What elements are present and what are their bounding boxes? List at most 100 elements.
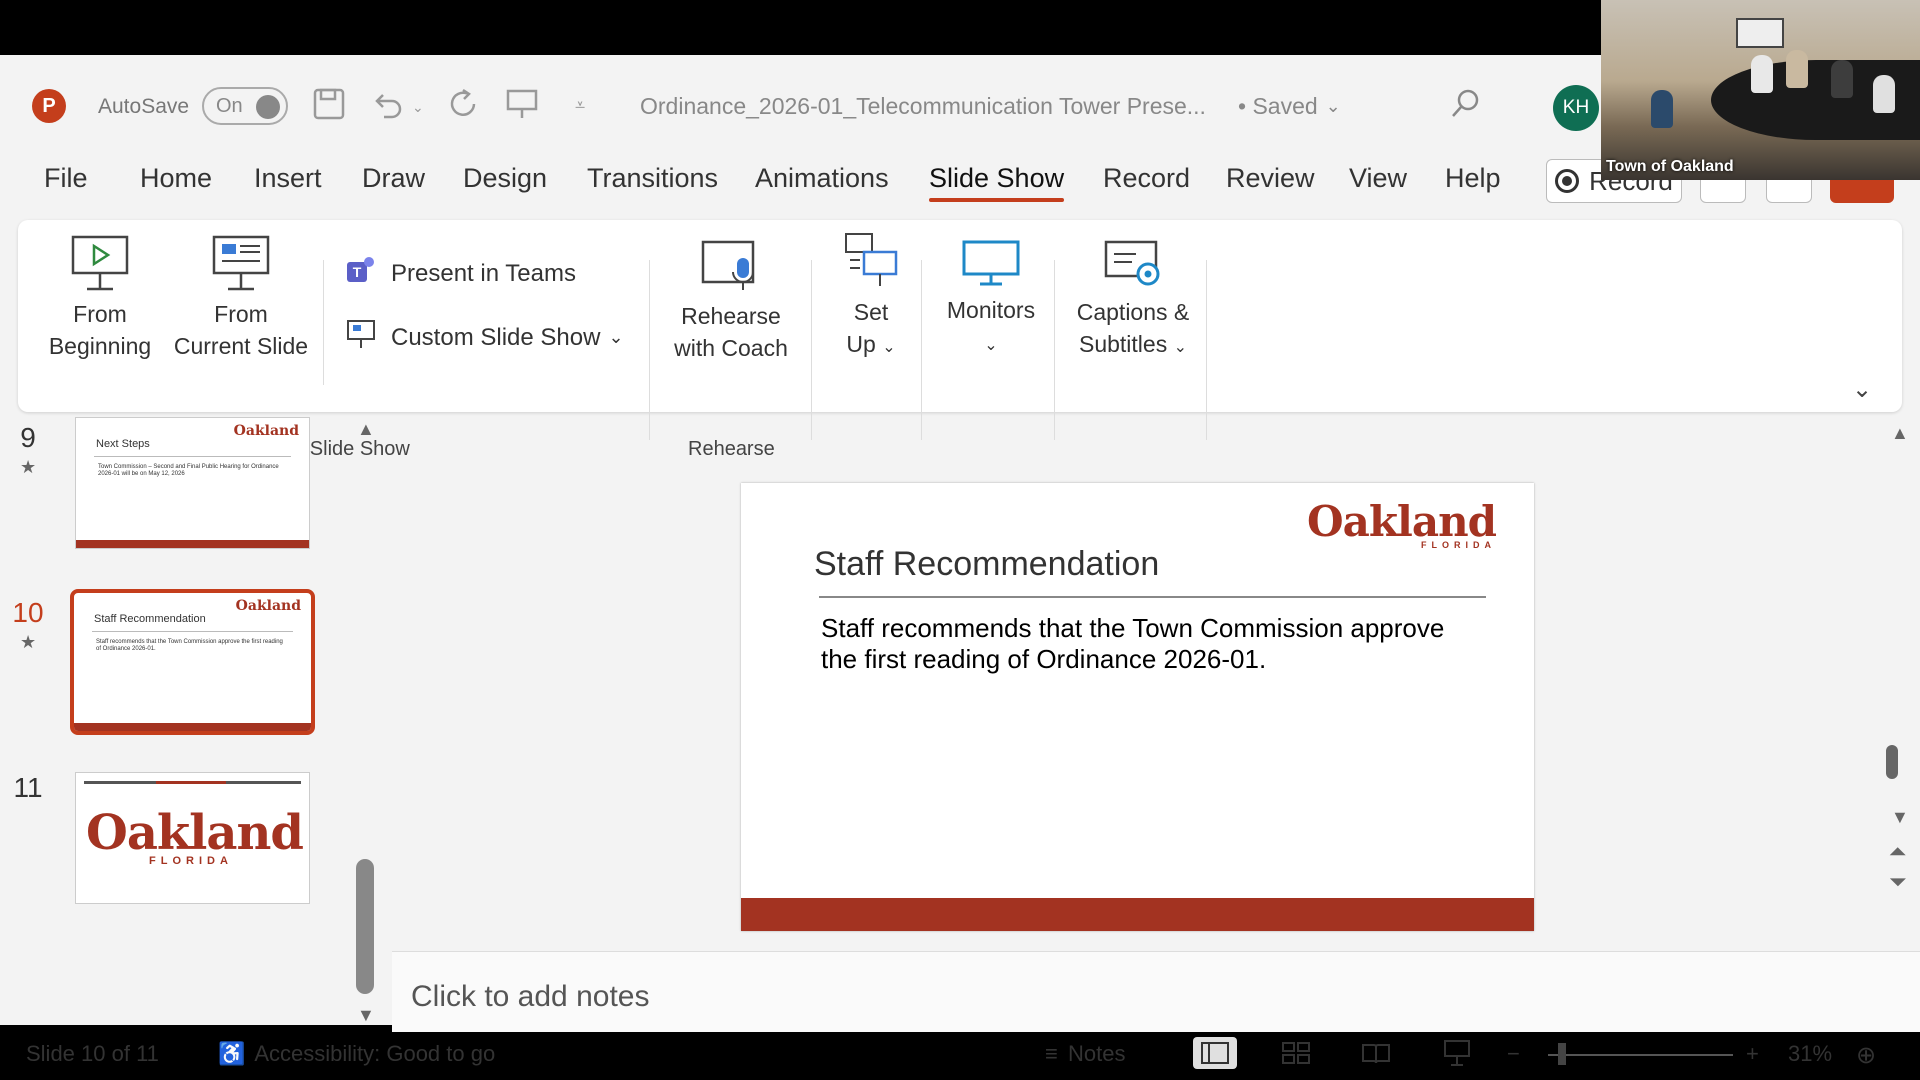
present-in-teams-button[interactable]: T Present in Teams xyxy=(345,254,576,293)
zoom-slider-track[interactable] xyxy=(1548,1054,1733,1056)
document-title[interactable]: Ordinance_2026-01_Telecommunication Towe… xyxy=(640,93,1206,120)
custom-slide-show-icon xyxy=(345,318,377,357)
from-current-slide-button[interactable]: From Current Slide xyxy=(166,234,316,362)
autosave-label: AutoSave xyxy=(98,95,190,118)
oakland-logo: Oakland FLORIDA xyxy=(86,805,304,867)
previous-slide-icon[interactable]: ⏶ xyxy=(1889,839,1907,865)
search-icon[interactable] xyxy=(1450,87,1482,119)
rehearse-label-1: Rehearse xyxy=(681,303,781,329)
tab-file[interactable]: File xyxy=(44,163,88,200)
webcam-label: Town of Oakland xyxy=(1606,158,1734,175)
collapse-ribbon-chevron-icon[interactable]: ⌄ xyxy=(1852,375,1872,404)
fit-to-window-icon[interactable]: ⊕ xyxy=(1856,1041,1876,1070)
svg-text:T: T xyxy=(353,264,362,280)
tab-animations[interactable]: Animations xyxy=(755,163,889,200)
set-up-label-1: Set xyxy=(853,299,889,325)
slide-body-text[interactable]: Staff recommends that the Town Commissio… xyxy=(821,613,1481,675)
tab-view[interactable]: View xyxy=(1349,163,1407,200)
thumbnail-body: Staff recommends that the Town Commissio… xyxy=(96,639,283,652)
rehearse-with-coach-button[interactable]: Rehearse with Coach xyxy=(666,238,796,364)
teams-icon: T xyxy=(345,254,377,293)
monitor-icon xyxy=(962,240,1020,286)
custom-slide-show-button[interactable]: Custom Slide Show ⌄ xyxy=(345,318,624,357)
set-up-slide-show-icon xyxy=(845,233,898,286)
slide-title[interactable]: Staff Recommendation xyxy=(814,545,1159,584)
person-figure xyxy=(1751,55,1773,93)
monitors-button[interactable]: Monitors ⌄ xyxy=(936,238,1046,362)
tab-insert[interactable]: Insert xyxy=(254,163,322,200)
thumbnail-body: Town Commission – Second and Final Publi… xyxy=(98,464,279,477)
slide-thumbnail-9[interactable]: Oakland Next Steps Town Commission – Sec… xyxy=(75,417,310,549)
rehearse-coach-icon xyxy=(701,240,755,290)
divider xyxy=(921,260,922,440)
logo-text: Oakland xyxy=(1307,497,1497,546)
play-from-beginning-icon xyxy=(71,235,129,291)
thumbnail-logo: Oakland xyxy=(233,423,299,439)
editor-scroll-down-icon[interactable]: ▼ xyxy=(1891,807,1909,828)
editor-scroll-up-icon[interactable]: ▲ xyxy=(1891,423,1909,444)
divider xyxy=(811,260,812,440)
powerpoint-window: P AutoSave On ⌄ ⩡ Ordinance_2026-01_Tele… xyxy=(0,55,1920,1069)
slide-canvas[interactable]: Oakland FLORIDA Staff Recommendation Sta… xyxy=(741,483,1534,931)
normal-view-icon[interactable] xyxy=(1193,1037,1237,1069)
scroll-up-arrow-icon[interactable]: ▲ xyxy=(357,419,375,440)
status-bar: Slide 10 of 11 ♿ Accessibility: Good to … xyxy=(0,1033,1920,1075)
set-up-label-2: Up xyxy=(846,331,876,357)
slide-thumbnail-11[interactable]: Oakland FLORIDA xyxy=(75,772,310,904)
undo-icon[interactable] xyxy=(370,87,404,121)
chevron-down-icon: ⌄ xyxy=(984,337,998,354)
save-icon[interactable] xyxy=(312,87,346,121)
divider xyxy=(1206,260,1207,440)
person-figure xyxy=(1831,60,1853,98)
slide-thumbnail-10[interactable]: Oakland Staff Recommendation Staff recom… xyxy=(70,589,315,735)
user-avatar[interactable]: KH xyxy=(1553,85,1599,131)
from-beginning-button[interactable]: From Beginning xyxy=(44,234,156,362)
tab-design[interactable]: Design xyxy=(463,163,547,200)
from-beginning-label-2: Beginning xyxy=(48,333,152,359)
tab-home[interactable]: Home xyxy=(140,163,212,200)
accessibility-status[interactable]: ♿ Accessibility: Good to go xyxy=(218,1041,495,1067)
thumbnail-footer-bar xyxy=(74,723,311,731)
tab-review[interactable]: Review xyxy=(1226,163,1315,200)
tab-transitions[interactable]: Transitions xyxy=(587,163,718,200)
custom-slide-show-label: Custom Slide Show xyxy=(391,323,601,351)
tab-draw[interactable]: Draw xyxy=(362,163,425,200)
scroll-down-arrow-icon[interactable]: ▼ xyxy=(357,1005,375,1026)
thumbnail-title: Staff Recommendation xyxy=(94,613,206,625)
chevron-down-icon: ⌄ xyxy=(1325,96,1341,116)
autosave-toggle[interactable]: On xyxy=(202,87,288,125)
notes-button-label: Notes xyxy=(1067,1041,1126,1066)
ribbon: From Beginning From Current Slide T Pres… xyxy=(18,220,1902,460)
undo-dropdown-chevron-icon[interactable]: ⌄ xyxy=(412,99,424,116)
customize-toolbar-icon[interactable]: ⩡ xyxy=(575,95,585,116)
notes-pane[interactable]: Click to add notes xyxy=(392,951,1920,1032)
divider xyxy=(323,260,324,385)
reading-view-icon[interactable] xyxy=(1354,1037,1398,1069)
thumbnails-scrollbar[interactable] xyxy=(356,859,374,994)
present-from-beginning-qa-icon[interactable] xyxy=(505,87,539,121)
redo-icon[interactable] xyxy=(447,87,481,121)
meeting-room-screen xyxy=(1736,18,1784,48)
zoom-out-icon[interactable]: − xyxy=(1507,1041,1520,1067)
editor-scrollbar[interactable] xyxy=(1886,745,1898,779)
next-slide-icon[interactable]: ⏷ xyxy=(1889,869,1907,895)
thumbnail-rule xyxy=(94,456,291,457)
slide-sorter-icon[interactable] xyxy=(1274,1037,1318,1069)
saved-status[interactable]: • Saved ⌄ xyxy=(1238,93,1341,120)
autosave-state: On xyxy=(216,94,243,117)
record-icon xyxy=(1555,169,1580,193)
captions-subtitles-button[interactable]: Captions & Subtitles ⌄ xyxy=(1068,238,1198,364)
captions-gear-icon xyxy=(1104,240,1160,286)
zoom-slider-thumb[interactable] xyxy=(1558,1043,1566,1065)
slide-show-view-icon[interactable] xyxy=(1435,1037,1479,1069)
person-figure xyxy=(1651,90,1673,128)
tab-record[interactable]: Record xyxy=(1103,163,1190,200)
tab-slide-show[interactable]: Slide Show xyxy=(929,163,1065,202)
tab-help[interactable]: Help xyxy=(1445,163,1501,200)
zoom-level[interactable]: 31% xyxy=(1788,1041,1832,1067)
set-up-button[interactable]: Set Up ⌄ xyxy=(826,230,916,364)
notes-button[interactable]: ≡ Notes xyxy=(1045,1041,1125,1067)
zoom-in-icon[interactable]: + xyxy=(1746,1041,1759,1067)
powerpoint-logo-icon: P xyxy=(32,89,66,123)
slide-counter[interactable]: Slide 10 of 11 xyxy=(26,1041,159,1067)
